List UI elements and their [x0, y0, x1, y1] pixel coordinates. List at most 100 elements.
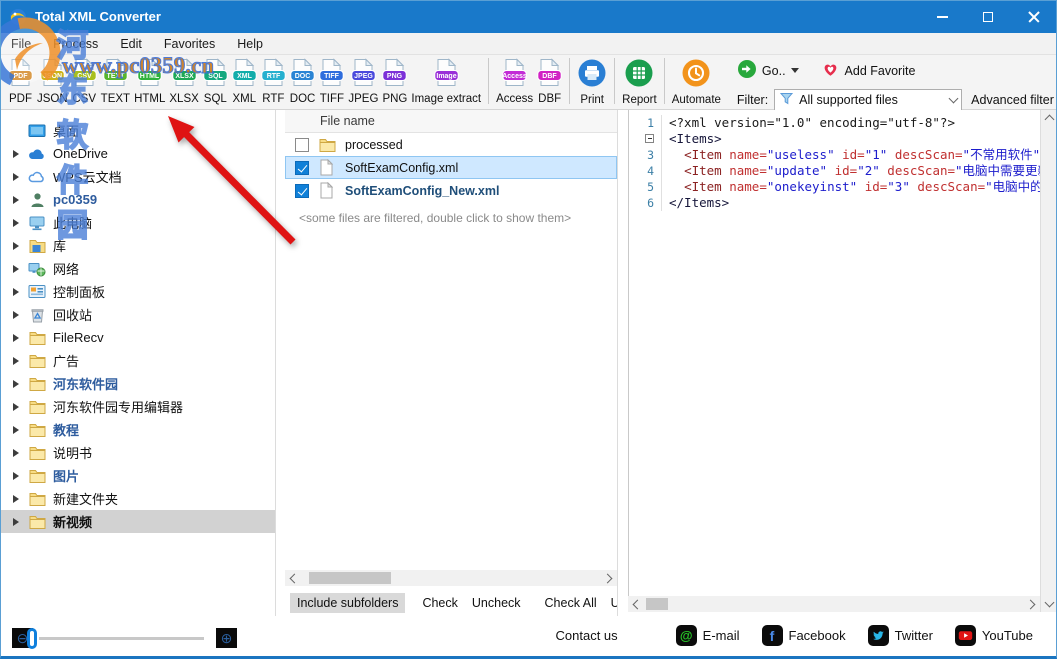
- menu-item-process[interactable]: Process: [42, 35, 109, 53]
- expand-arrow-icon[interactable]: [13, 242, 19, 250]
- expand-arrow-icon[interactable]: [13, 334, 19, 342]
- automate-button[interactable]: Automate: [670, 55, 723, 106]
- email-link[interactable]: @E-mail: [676, 625, 740, 646]
- file-row[interactable]: processed: [285, 133, 617, 156]
- tree-item[interactable]: pc0359: [0, 188, 275, 211]
- tree-item[interactable]: FileRecv: [0, 326, 275, 349]
- menu-item-edit[interactable]: Edit: [109, 35, 153, 53]
- convert-to-access-button[interactable]: AccessAccess: [494, 55, 535, 105]
- print-button[interactable]: Print: [575, 55, 609, 106]
- convert-to-jpeg-button[interactable]: JPEGJPEG: [346, 55, 380, 105]
- file-list-horizontal-scrollbar[interactable]: [285, 570, 617, 586]
- expand-arrow-icon[interactable]: [13, 173, 19, 181]
- twitter-link[interactable]: Twitter: [868, 625, 933, 646]
- scroll-right-icon[interactable]: [1024, 596, 1040, 612]
- convert-to-png-button[interactable]: PNGPNG: [380, 55, 409, 105]
- filter-combobox[interactable]: All supported files: [774, 89, 962, 111]
- tree-item[interactable]: 河东软件园: [0, 372, 275, 395]
- convert-to-sql-button[interactable]: SQLSQL: [201, 55, 230, 105]
- expand-arrow-icon[interactable]: [13, 219, 19, 227]
- expand-arrow-icon[interactable]: [13, 518, 19, 526]
- check-all-button[interactable]: Check All: [538, 593, 604, 613]
- close-button[interactable]: [1011, 0, 1057, 33]
- xml-code-area[interactable]: 1<?xml version="1.0" encoding="utf-8"?><…: [629, 110, 1040, 211]
- expand-arrow-icon[interactable]: [13, 196, 19, 204]
- tree-item[interactable]: 网络: [0, 257, 275, 280]
- xml-horizontal-scrollbar[interactable]: [628, 596, 1040, 612]
- tree-item[interactable]: 此电脑: [0, 211, 275, 234]
- report-button[interactable]: Report: [620, 55, 659, 106]
- expand-arrow-icon[interactable]: [13, 403, 19, 411]
- filtered-files-note[interactable]: <some files are filtered, double click t…: [285, 202, 617, 225]
- convert-to-xlsx-button[interactable]: XLSXXLSX: [167, 55, 200, 105]
- uncheck-button[interactable]: Uncheck: [465, 593, 528, 613]
- file-checkbox[interactable]: [295, 138, 309, 152]
- tree-item[interactable]: 说明书: [0, 441, 275, 464]
- tree-item[interactable]: 控制面板: [0, 280, 275, 303]
- convert-to-tiff-button[interactable]: TIFFTIFF: [317, 55, 346, 105]
- convert-to-dbf-button[interactable]: DBFDBF: [535, 55, 564, 105]
- file-name-column-header[interactable]: File name: [320, 114, 375, 128]
- expand-arrow-icon[interactable]: [13, 449, 19, 457]
- tree-item[interactable]: 回收站: [0, 303, 275, 326]
- maximize-button[interactable]: [965, 0, 1011, 33]
- tree-item[interactable]: 新建文件夹: [0, 487, 275, 510]
- zoom-in-button[interactable]: ⊕: [216, 628, 237, 648]
- tree-item[interactable]: 库: [0, 234, 275, 257]
- expand-arrow-icon[interactable]: [13, 357, 19, 365]
- file-checkbox[interactable]: [295, 184, 309, 198]
- tree-item[interactable]: 新视频: [0, 510, 275, 533]
- scrollbar-thumb[interactable]: [646, 598, 668, 610]
- expand-arrow-icon[interactable]: [13, 311, 19, 319]
- convert-to-csv-button[interactable]: CSVCSV: [70, 55, 99, 105]
- menu-item-file[interactable]: File: [0, 35, 42, 53]
- convert-to-image-extract-button[interactable]: ImageImage extract: [409, 55, 483, 105]
- go-button[interactable]: Go..: [762, 64, 786, 78]
- scroll-left-icon[interactable]: [628, 596, 644, 612]
- expand-arrow-icon[interactable]: [13, 495, 19, 503]
- check-button[interactable]: Check: [415, 593, 464, 613]
- tree-item[interactable]: 教程: [0, 418, 275, 441]
- expand-arrow-icon[interactable]: [13, 150, 19, 158]
- expand-arrow-icon[interactable]: [13, 265, 19, 273]
- tree-item[interactable]: OneDrive: [0, 142, 275, 165]
- xml-vertical-scrollbar[interactable]: [1040, 110, 1056, 612]
- convert-to-xml-button[interactable]: XMLXML: [230, 55, 259, 105]
- scroll-down-icon[interactable]: [1041, 596, 1057, 612]
- zoom-slider-track[interactable]: [39, 637, 204, 640]
- convert-to-rtf-button[interactable]: RTFRTF: [259, 55, 288, 105]
- minimize-button[interactable]: [919, 0, 965, 33]
- tree-item[interactable]: 桌面: [0, 119, 275, 142]
- tree-item[interactable]: 图片: [0, 464, 275, 487]
- convert-to-doc-button[interactable]: DOCDOC: [288, 55, 318, 105]
- scroll-up-icon[interactable]: [1041, 110, 1057, 126]
- scroll-left-icon[interactable]: [285, 570, 301, 586]
- scroll-right-icon[interactable]: [601, 570, 617, 586]
- zoom-slider-thumb[interactable]: [27, 628, 37, 649]
- fold-collapse-icon[interactable]: [645, 134, 654, 143]
- tree-item[interactable]: 广告: [0, 349, 275, 372]
- tree-item[interactable]: WPS云文档: [0, 165, 275, 188]
- facebook-link[interactable]: fFacebook: [762, 625, 846, 646]
- file-list-header[interactable]: File name: [285, 110, 617, 133]
- convert-to-json-button[interactable]: JSONJSON: [35, 55, 70, 105]
- file-row[interactable]: SoftExamConfig_New.xml: [285, 179, 617, 202]
- expand-arrow-icon[interactable]: [13, 288, 19, 296]
- scrollbar-thumb[interactable]: [309, 572, 391, 584]
- convert-to-html-button[interactable]: HTMLHTML: [132, 55, 167, 105]
- youtube-link[interactable]: YouTube: [955, 625, 1033, 646]
- add-favorite-button[interactable]: Add Favorite: [845, 64, 916, 78]
- include-subfolders-button[interactable]: Include subfolders: [290, 593, 405, 613]
- go-dropdown-caret[interactable]: [791, 68, 799, 73]
- convert-to-pdf-button[interactable]: PDFPDF: [6, 55, 35, 105]
- menu-item-help[interactable]: Help: [226, 35, 274, 53]
- advanced-filter-link[interactable]: Advanced filter: [971, 93, 1054, 107]
- file-row[interactable]: SoftExamConfig.xml: [285, 156, 617, 179]
- contact-us-link[interactable]: Contact us: [556, 628, 618, 643]
- expand-arrow-icon[interactable]: [13, 380, 19, 388]
- unc-button[interactable]: Unc: [604, 593, 618, 613]
- file-checkbox[interactable]: [295, 161, 309, 175]
- expand-arrow-icon[interactable]: [13, 426, 19, 434]
- convert-to-text-button[interactable]: TEXTTEXT: [99, 55, 132, 105]
- menu-item-favorites[interactable]: Favorites: [153, 35, 226, 53]
